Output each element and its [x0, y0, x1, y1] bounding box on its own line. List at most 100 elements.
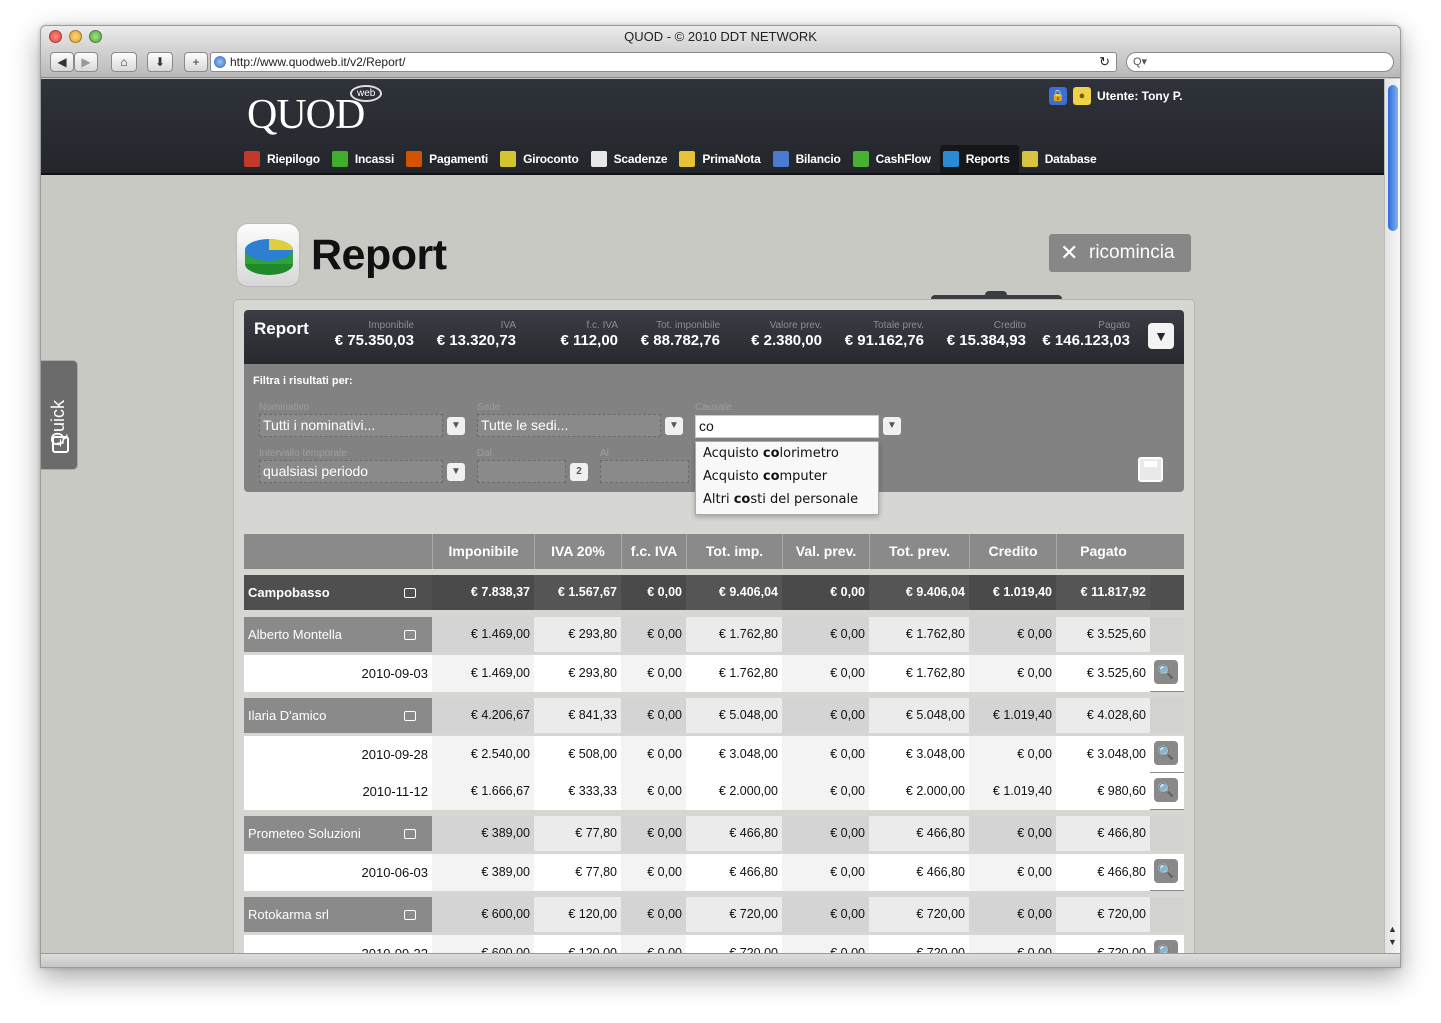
causale-dropdown-icon[interactable]: ▼: [883, 417, 901, 435]
suggestion-item[interactable]: Acquisto colorimetro: [696, 442, 878, 465]
column-header[interactable]: Val. prev.: [782, 534, 869, 569]
column-header[interactable]: IVA 20%: [534, 534, 621, 569]
nav-label: PrimaNota: [702, 152, 761, 166]
lock-icon[interactable]: 🔒: [1049, 87, 1067, 105]
suggestion-item[interactable]: Altri costi del personale: [696, 488, 878, 511]
table-cell: € 980,60: [1056, 773, 1150, 810]
quick-panel-tab[interactable]: + Quick: [41, 360, 78, 470]
zoom-icon[interactable]: 🔍: [1154, 858, 1178, 883]
row-label: 2010-09-28: [244, 736, 432, 773]
column-header[interactable]: f.c. IVA: [621, 534, 686, 569]
summary-bar: Report ▼ Imponibile € 75.350,03 IVA € 13.32…: [244, 310, 1184, 364]
row-menu-icon[interactable]: [404, 587, 416, 598]
zoom-icon[interactable]: 🔍: [1154, 939, 1178, 953]
sede-field[interactable]: Tutte le sedi...: [477, 414, 661, 437]
row-menu-icon[interactable]: [404, 710, 416, 721]
forward-button[interactable]: ▶: [74, 52, 98, 72]
home-button[interactable]: ⌂: [111, 52, 137, 72]
nominativo-caption: Nominativo: [259, 402, 310, 413]
table-cell: € 1.019,40: [969, 773, 1056, 810]
table-cell: € 1.762,80: [686, 617, 782, 652]
restart-button[interactable]: ✕ ricomincia: [1049, 234, 1191, 272]
reload-icon[interactable]: ↻: [1099, 53, 1110, 71]
column-header[interactable]: Tot. imp.: [686, 534, 782, 569]
table-cell: € 9.406,04: [869, 575, 969, 610]
nav-label: Bilancio: [795, 152, 841, 166]
nav-item-database[interactable]: Database: [1019, 145, 1106, 173]
vertical-scrollbar[interactable]: ▲ ▼: [1384, 79, 1400, 953]
table-cell: € 0,00: [969, 897, 1056, 932]
nominativo-field[interactable]: Tutti i nominativi...: [259, 414, 443, 437]
nav-item-reports[interactable]: Reports: [939, 145, 1019, 173]
scroll-up-icon[interactable]: ▲: [1388, 924, 1397, 934]
suggestion-match: co: [762, 469, 780, 484]
table-cell: € 0,00: [782, 773, 869, 810]
scroll-thumb[interactable]: [1388, 85, 1398, 231]
nav-item-scadenze[interactable]: Scadenze: [588, 145, 677, 173]
row-menu-icon[interactable]: [404, 909, 416, 920]
column-header[interactable]: Credito: [969, 534, 1056, 569]
minimize-window-button[interactable]: [69, 30, 82, 43]
interval-field[interactable]: qualsiasi periodo: [259, 460, 443, 483]
nav-item-bilancio[interactable]: Bilancio: [770, 145, 850, 173]
causale-field[interactable]: co: [695, 415, 879, 438]
close-window-button[interactable]: [49, 30, 62, 43]
column-header[interactable]: Imponibile: [432, 534, 534, 569]
nominativo-dropdown-icon[interactable]: ▼: [447, 417, 465, 435]
scroll-down-icon[interactable]: ▼: [1388, 937, 1397, 947]
column-header[interactable]: Pagato: [1056, 534, 1150, 569]
table-cell: € 3.525,60: [1056, 655, 1150, 692]
row-menu-icon[interactable]: [404, 828, 416, 839]
nav-item-riepilogo[interactable]: Riepilogo: [241, 145, 329, 173]
table-cell: € 0,00: [782, 655, 869, 692]
zoom-icon[interactable]: 🔍: [1154, 659, 1178, 684]
dal-field[interactable]: [477, 460, 566, 483]
address-bar[interactable]: http://www.quodweb.it/v2/Report/ ↻: [210, 52, 1117, 72]
user-area: 🔒 ● Utente: Tony P.: [1049, 87, 1183, 105]
zoom-window-button[interactable]: [89, 30, 102, 43]
nav-item-cashflow[interactable]: CashFlow: [850, 145, 940, 173]
table-cell: € 3.525,60: [1056, 617, 1150, 652]
save-icon[interactable]: [1138, 457, 1163, 482]
summary-column: Imponibile € 75.350,03: [314, 320, 414, 349]
summary-icon: [244, 151, 260, 167]
table-cell: € 2.540,00: [432, 736, 534, 773]
zoom-icon[interactable]: 🔍: [1154, 777, 1178, 802]
suggestion-item[interactable]: Acquisto computer: [696, 465, 878, 488]
suggestion-suffix: lorimetro: [779, 446, 839, 461]
nav-item-incassi[interactable]: Incassi: [329, 145, 403, 173]
table-cell: € 3.048,00: [1056, 736, 1150, 773]
calendar-icon[interactable]: 2: [570, 463, 588, 481]
al-field[interactable]: [600, 460, 689, 483]
table-cell: € 2.000,00: [686, 773, 782, 810]
add-bookmark-button[interactable]: +: [184, 52, 208, 72]
interval-caption: Intervallo temporale: [259, 448, 347, 459]
table-cell: € 1.762,80: [869, 655, 969, 692]
row-menu-icon[interactable]: [404, 629, 416, 640]
download-button[interactable]: ⬇: [147, 52, 173, 72]
search-field[interactable]: Q▾: [1126, 52, 1394, 72]
summary-column: Totale prev. € 91.162,76: [824, 320, 924, 349]
quod-logo[interactable]: QUOD: [247, 91, 365, 139]
table-cell: € 466,80: [869, 816, 969, 851]
table-cell: € 389,00: [432, 854, 534, 891]
table-cell: € 1.762,80: [686, 655, 782, 692]
back-button[interactable]: ◀: [50, 52, 74, 72]
interval-dropdown-icon[interactable]: ▼: [447, 463, 465, 481]
zoom-icon[interactable]: 🔍: [1154, 740, 1178, 765]
table-cell: € 0,00: [621, 773, 686, 810]
pie-icon: [942, 151, 959, 167]
restart-label: ricomincia: [1089, 242, 1175, 263]
column-header[interactable]: Tot. prev.: [869, 534, 969, 569]
nav-item-giroconto[interactable]: Giroconto: [497, 145, 588, 173]
close-icon: ✕: [1060, 240, 1079, 265]
table-row: 2010-06-03 € 389,00 € 77,80 € 0,00 € 466,80 €…: [244, 854, 1184, 891]
table-cell: € 600,00: [432, 935, 534, 953]
sede-dropdown-icon[interactable]: ▼: [665, 417, 683, 435]
pie-icon: [245, 239, 293, 275]
table-cell: € 1.019,40: [969, 698, 1056, 733]
nav-item-primanota[interactable]: PrimaNota: [676, 145, 769, 173]
nav-item-pagamenti[interactable]: Pagamenti: [403, 145, 497, 173]
filter-icon[interactable]: ▼: [1148, 323, 1174, 349]
suggestion-match: co: [733, 492, 751, 507]
